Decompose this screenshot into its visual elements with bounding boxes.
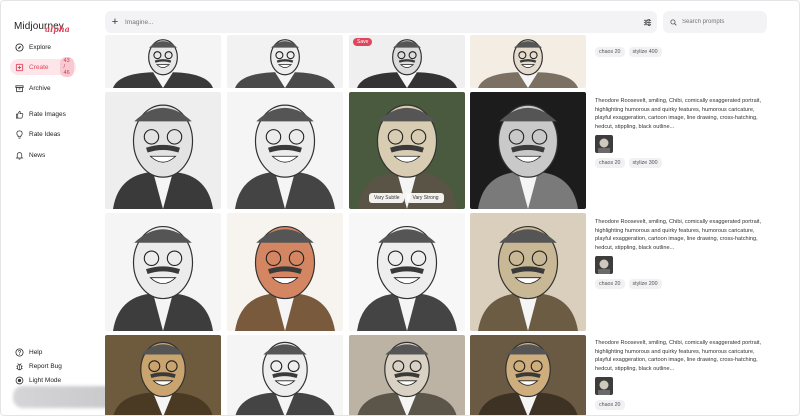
search-input[interactable] [682,19,762,25]
create-icon [15,63,24,72]
param-tag[interactable]: chaos 20 [595,279,625,290]
sidebar-item-rate-ideas[interactable]: Rate Ideas [10,126,65,142]
generated-image-tile[interactable] [470,213,586,331]
generated-image-tile[interactable] [227,92,343,209]
generated-image-tile[interactable] [470,335,586,415]
param-tag[interactable]: stylize 200 [628,279,662,290]
sidebar-item-label: News [29,151,46,159]
param-tag[interactable]: stylize 400 [628,47,662,57]
imagine-input[interactable] [125,11,637,33]
add-button[interactable]: + [105,16,125,28]
sidebar-item-explore[interactable]: Explore [10,39,56,55]
bug-icon [15,362,24,371]
imagine-bar: + [105,11,657,33]
sidebar: Midjourney alpha Explore Create 43 / 46 … [1,1,93,415]
reference-thumbnail[interactable] [595,135,613,154]
reference-thumbnail[interactable] [595,256,613,275]
vary-subtle-button[interactable]: Vary Subtle [369,193,405,203]
prompt-text[interactable]: Theodore Roosevelt, smiling, Chibi, comi… [595,218,770,252]
param-tag[interactable]: stylize 300 [628,158,662,169]
generated-image-tile[interactable] [227,335,343,415]
reference-thumbnail[interactable] [595,377,613,396]
sidebar-item-label: Rate Ideas [29,130,61,138]
sidebar-item-label: Report Bug [29,362,62,370]
create-count-badge: 43 / 46 [59,57,74,77]
sidebar-item-label: Create [29,63,49,71]
sidebar-item-news[interactable]: News [10,147,50,163]
generated-image-tile[interactable] [105,213,221,331]
search-prompts-box[interactable] [663,11,767,33]
search-icon [670,13,677,31]
sidebar-item-archive[interactable]: Archive [10,80,56,96]
generated-image-tile[interactable] [105,335,221,415]
prompt-info-row-1: chaos 20 stylize 400 [595,42,770,57]
prompt-info-row-3: Theodore Roosevelt, smiling, Chibi, comi… [595,218,770,290]
generated-image-tile[interactable] [470,35,586,88]
sidebar-item-rate-images[interactable]: Rate Images [10,106,71,122]
settings-sliders-icon[interactable] [637,18,657,27]
logo[interactable]: Midjourney alpha [14,16,70,34]
prompt-text[interactable]: Theodore Roosevelt, smiling, Chibi, comi… [595,97,770,131]
generated-image-tile[interactable]: Vary Subtle Vary Strong [349,92,465,209]
sidebar-item-label: Help [29,348,43,356]
prompt-info-row-2: Theodore Roosevelt, smiling, Chibi, comi… [595,97,770,169]
compass-icon [15,42,24,52]
save-button[interactable]: Save [353,38,373,46]
archive-icon [15,84,24,93]
sidebar-item-create[interactable]: Create 43 / 46 [10,57,76,77]
lightbulb-icon [15,130,24,139]
generated-image-tile[interactable] [105,35,221,88]
param-tag[interactable]: chaos 20 [595,158,625,169]
generated-image-tile[interactable] [227,213,343,331]
param-tag[interactable]: chaos 20 [595,400,625,411]
generated-image-tile[interactable] [227,35,343,88]
sidebar-item-label: Archive [29,84,51,92]
prompt-text[interactable]: Theodore Roosevelt, smiling, Chibi, comi… [595,339,770,373]
thumbs-up-icon [15,110,24,119]
bell-icon [15,151,24,160]
vary-strong-button[interactable]: Vary Strong [407,193,444,203]
param-tag[interactable]: chaos 20 [595,47,625,57]
sun-icon [15,376,24,385]
generated-image-tile[interactable]: Save [349,35,465,88]
vary-actions: Vary Subtle Vary Strong [369,193,444,203]
help-icon [15,347,24,357]
generated-image-tile[interactable] [349,335,465,415]
sidebar-item-label: Explore [29,43,52,51]
generated-image-tile[interactable] [349,213,465,331]
generated-image-tile[interactable] [105,92,221,209]
prompt-info-row-4: Theodore Roosevelt, smiling, Chibi, comi… [595,339,770,411]
sidebar-item-label: Light Mode [29,376,62,384]
alpha-badge: alpha [45,24,70,34]
generated-image-tile[interactable] [470,92,586,209]
app-window: Midjourney alpha Explore Create 43 / 46 … [0,0,800,416]
sidebar-item-label: Rate Images [29,110,66,118]
